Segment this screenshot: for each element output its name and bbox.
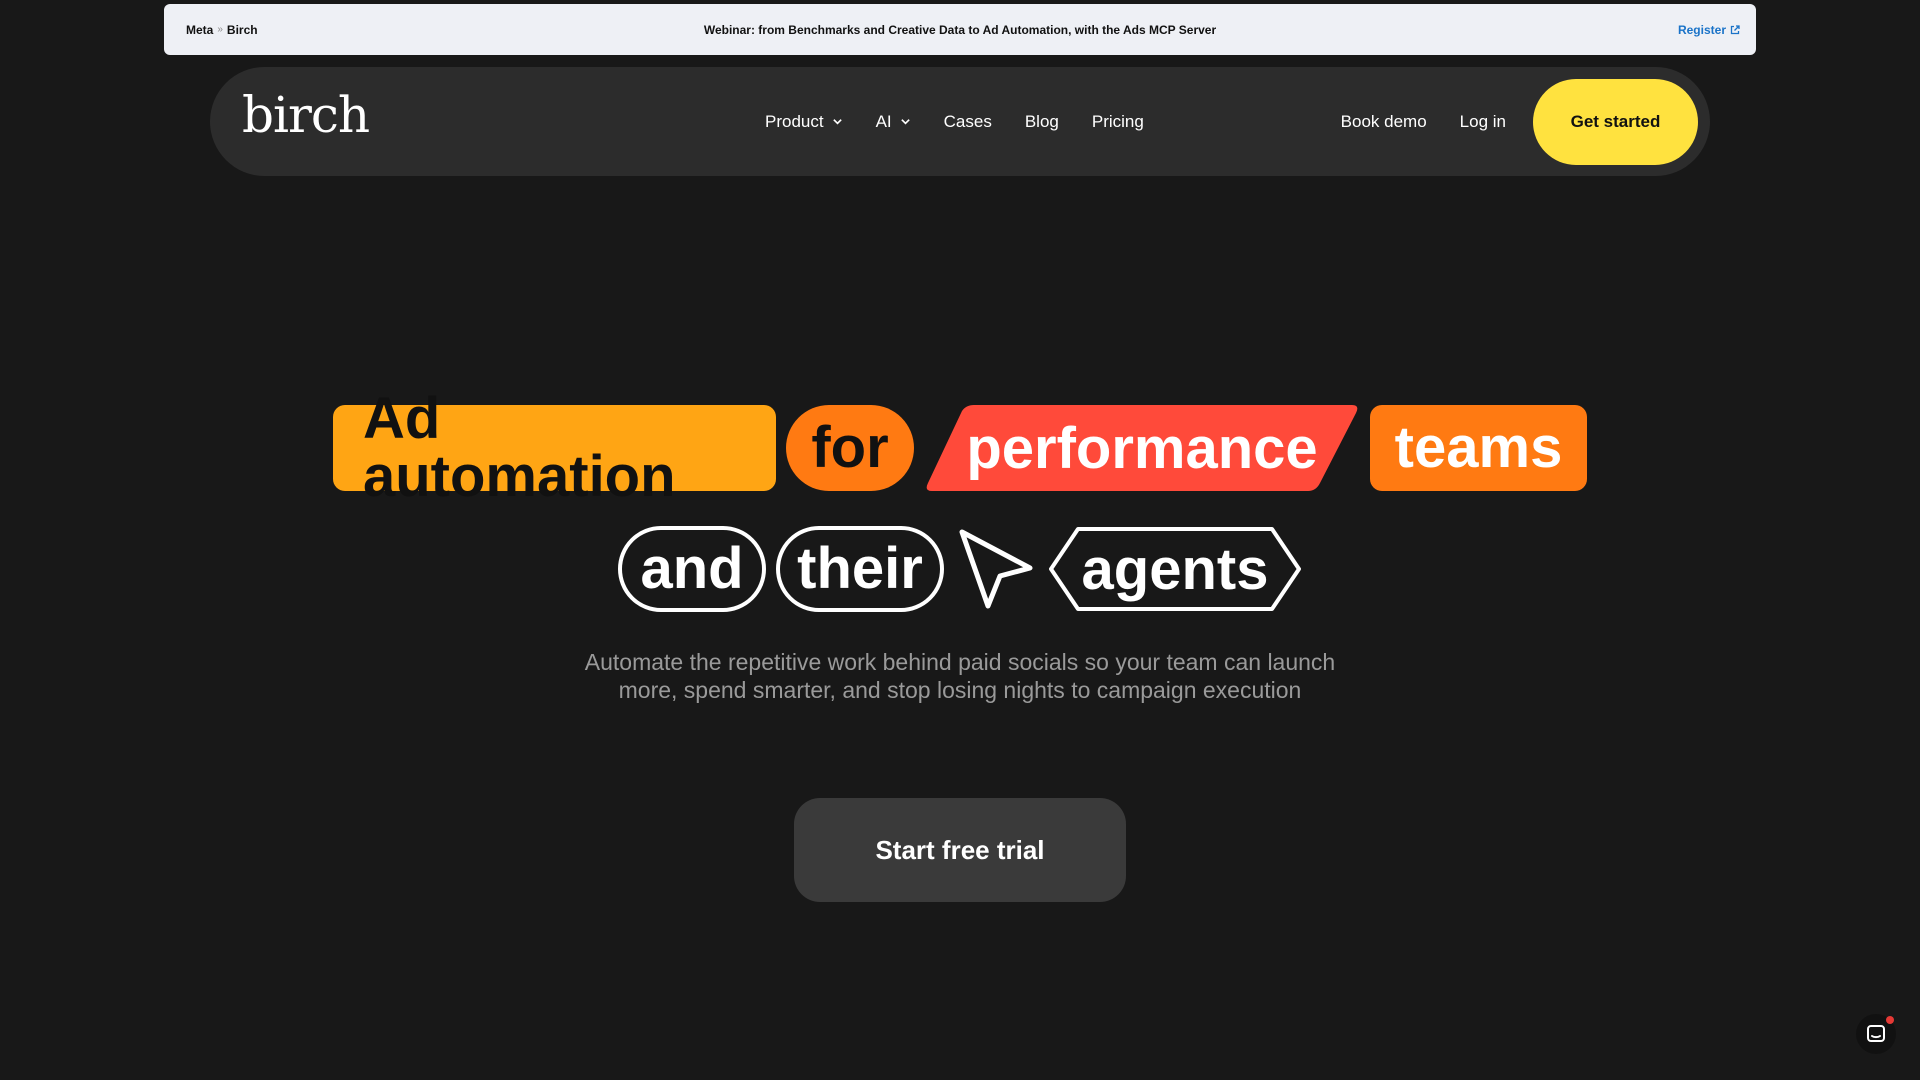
hero-subtitle: Automate the repetitive work behind paid… — [460, 648, 1460, 704]
headline-word-for: for — [786, 405, 914, 491]
log-in-link[interactable]: Log in — [1460, 112, 1506, 132]
agents-label: agents — [1081, 536, 1269, 602]
headline-word-their: their — [776, 526, 944, 612]
chat-widget-button[interactable] — [1856, 1014, 1896, 1054]
cursor-arrow-icon — [959, 529, 1033, 609]
get-started-button[interactable]: Get started — [1533, 78, 1698, 165]
register-link[interactable]: Register — [1678, 4, 1740, 55]
nav-ai-label: AI — [875, 111, 892, 131]
performance-label: performance — [966, 415, 1318, 481]
chat-icon — [1867, 1025, 1885, 1042]
birch-logo[interactable]: birch — [242, 85, 370, 145]
headline-word-ad-automation: Ad automation — [333, 390, 776, 506]
nav-ai[interactable]: AI — [876, 112, 911, 132]
headline-word-agents: agents — [1048, 526, 1302, 612]
notification-dot — [1886, 1016, 1894, 1024]
register-label: Register — [1677, 22, 1726, 37]
subtitle-line-2: more, spend smarter, and stop losing nig… — [618, 677, 1302, 703]
main-navigation: birch Product AI Cases Blog Pricing Book… — [210, 67, 1710, 176]
nav-links: Product AI Cases Blog Pricing — [765, 67, 1144, 176]
nav-product-label: Product — [765, 111, 824, 131]
headline-word-performance: performance — [924, 405, 1360, 491]
headline-word-and: and — [618, 526, 766, 612]
chevron-down-icon — [832, 119, 842, 125]
nav-product[interactable]: Product — [765, 112, 843, 132]
subtitle-line-1: Automate the repetitive work behind paid… — [584, 649, 1336, 675]
hero-headline-row-1: Ad automation for performance teams — [0, 390, 1920, 506]
nav-actions: Book demo Log in Get started — [1341, 67, 1698, 176]
external-link-icon — [1730, 24, 1740, 34]
chevron-down-icon — [900, 119, 910, 125]
announcement-bar: Meta » Birch Webinar: from Benchmarks an… — [164, 4, 1756, 55]
headline-word-teams: teams — [1370, 405, 1587, 491]
nav-cases[interactable]: Cases — [944, 112, 992, 132]
start-free-trial-button[interactable]: Start free trial — [794, 798, 1126, 902]
hero-headline-row-2: and their agents — [0, 526, 1920, 612]
book-demo-link[interactable]: Book demo — [1341, 112, 1427, 132]
nav-pricing[interactable]: Pricing — [1092, 112, 1144, 132]
nav-blog[interactable]: Blog — [1025, 112, 1059, 132]
announcement-message[interactable]: Webinar: from Benchmarks and Creative Da… — [164, 4, 1756, 55]
